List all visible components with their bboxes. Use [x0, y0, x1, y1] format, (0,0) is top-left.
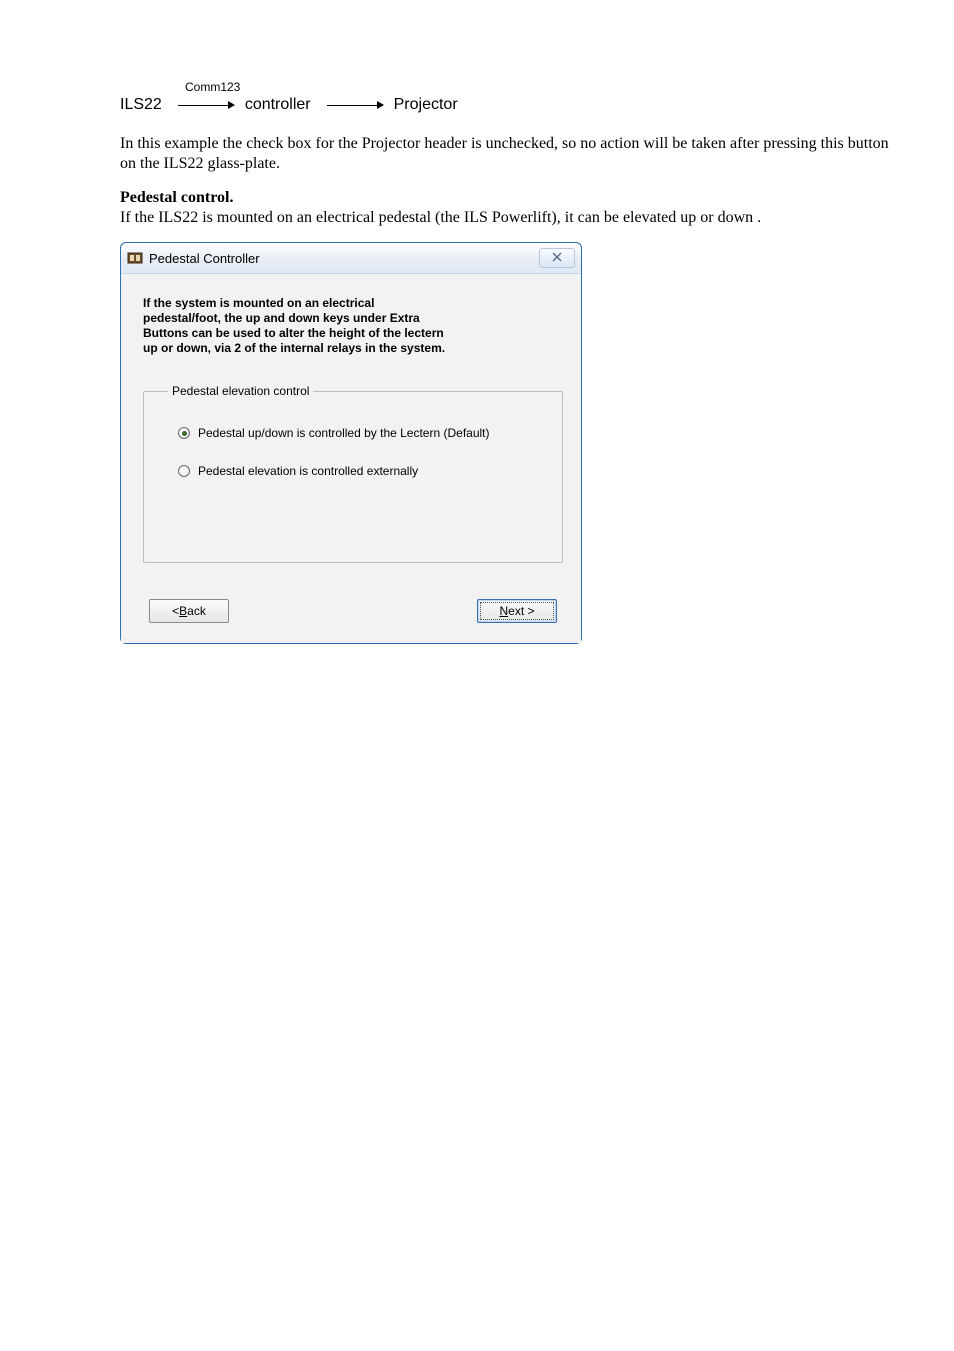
- dialog-title: Pedestal Controller: [149, 251, 260, 266]
- back-button-prefix: <: [172, 604, 179, 618]
- close-icon: [552, 252, 562, 264]
- back-button-mnemonic: B: [179, 604, 187, 618]
- radio-icon: [178, 427, 190, 439]
- flow-diagram: Comm123 ILS22 controller Projector: [120, 80, 894, 114]
- radio-option-lectern-default[interactable]: Pedestal up/down is controlled by the Le…: [178, 426, 548, 440]
- next-button[interactable]: Next >: [477, 599, 557, 623]
- back-button[interactable]: < Back: [149, 599, 229, 623]
- arrow-icon: [327, 101, 384, 109]
- flow-comm-label: Comm123: [185, 80, 894, 94]
- app-icon: [127, 250, 143, 266]
- arrow-icon: [178, 101, 235, 109]
- dialog-info-line: up or down, via 2 of the internal relays…: [143, 341, 445, 355]
- body-section: Pedestal control. If the ILS22 is mounte…: [120, 188, 894, 228]
- body-paragraph-1: In this example the check box for the Pr…: [120, 134, 894, 174]
- groupbox-legend: Pedestal elevation control: [168, 384, 313, 398]
- flow-node-controller: controller: [245, 96, 311, 114]
- flow-node-projector: Projector: [394, 96, 458, 114]
- back-button-suffix: ack: [187, 604, 206, 618]
- radio-label: Pedestal elevation is controlled externa…: [198, 464, 418, 478]
- pedestal-controller-dialog: Pedestal Controller If the system is mou…: [120, 242, 582, 644]
- next-button-mnemonic: N: [499, 604, 508, 618]
- body-paragraph-2: If the ILS22 is mounted on an electrical…: [120, 209, 761, 226]
- radio-label: Pedestal up/down is controlled by the Le…: [198, 426, 490, 440]
- next-button-suffix: ext >: [508, 604, 534, 618]
- section-heading-pedestal-control: Pedestal control.: [120, 189, 233, 206]
- pedestal-elevation-groupbox: Pedestal elevation control Pedestal up/d…: [143, 384, 563, 563]
- dialog-info-line: pedestal/foot, the up and down keys unde…: [143, 311, 420, 325]
- dialog-info-line: If the system is mounted on an electrica…: [143, 296, 374, 310]
- dialog-titlebar[interactable]: Pedestal Controller: [121, 243, 581, 274]
- close-button[interactable]: [539, 248, 575, 268]
- flow-node-ils22: ILS22: [120, 96, 162, 114]
- dialog-info-line: Buttons can be used to alter the height …: [143, 326, 444, 340]
- dialog-info-text: If the system is mounted on an electrica…: [143, 296, 563, 356]
- radio-icon: [178, 465, 190, 477]
- radio-option-external[interactable]: Pedestal elevation is controlled externa…: [178, 464, 548, 478]
